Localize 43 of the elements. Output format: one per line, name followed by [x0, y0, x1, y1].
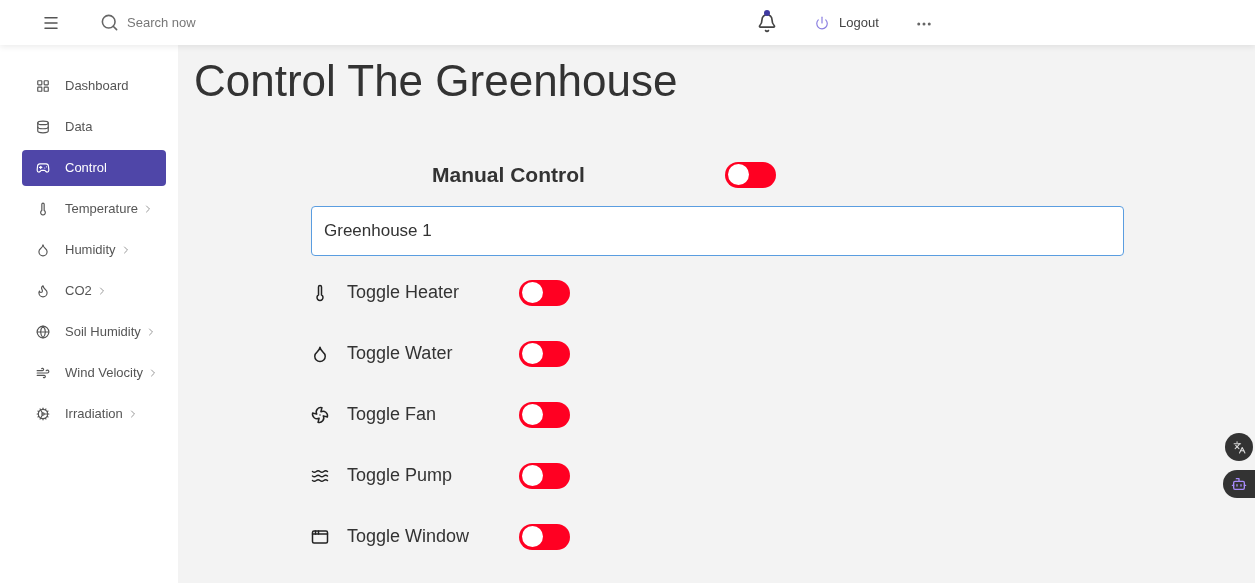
- manual-control-label: Manual Control: [432, 162, 586, 188]
- toggle-switch[interactable]: [519, 523, 570, 550]
- window-icon: [311, 527, 329, 546]
- chat-bot-button[interactable]: [1223, 470, 1255, 498]
- bot-icon: [1231, 476, 1247, 492]
- toggle-label: Toggle Heater: [347, 281, 461, 304]
- droplet-icon: [311, 344, 329, 363]
- sidebar-item[interactable]: Irradiation: [22, 396, 166, 432]
- sidebar-item[interactable]: Soil Humidity: [22, 314, 166, 350]
- toggle-label: Toggle Water: [347, 342, 454, 365]
- database-icon: [36, 120, 50, 134]
- sidebar-item[interactable]: Wind Velocity: [22, 355, 166, 391]
- wind-icon: [36, 366, 50, 380]
- sidebar-item[interactable]: Humidity: [22, 232, 166, 268]
- sidebar-item[interactable]: Dashboard: [22, 68, 166, 104]
- logout-button[interactable]: Logout: [815, 12, 879, 33]
- gamepad-icon: [36, 161, 50, 175]
- toggle-label: Toggle Fan: [347, 403, 438, 426]
- sidebar-item[interactable]: Control: [22, 150, 166, 186]
- toggle-label: Toggle Pump: [347, 464, 454, 487]
- droplet-icon: [36, 243, 50, 257]
- manual-control-switch[interactable]: [725, 161, 776, 188]
- toggle-label: Toggle Window: [347, 525, 471, 548]
- greenhouse-field[interactable]: Greenhouse 1: [311, 205, 1124, 256]
- toggle-switch[interactable]: [519, 462, 570, 489]
- sidebar-item[interactable]: CO2: [22, 273, 166, 309]
- gear-icon: [36, 407, 50, 421]
- toggle-switch[interactable]: [519, 279, 570, 306]
- toggle-switch[interactable]: [519, 340, 570, 367]
- bell-icon[interactable]: [757, 12, 777, 33]
- power-icon: [815, 15, 829, 30]
- globe-icon: [36, 325, 50, 339]
- toggle-switch[interactable]: [519, 401, 570, 428]
- fan-icon: [311, 405, 329, 424]
- search-field[interactable]: Search now: [127, 12, 327, 33]
- page-title: Control The Greenhouse: [194, 55, 679, 107]
- sidebar-item[interactable]: Data: [22, 109, 166, 145]
- sidebar-item[interactable]: Temperature: [22, 191, 166, 227]
- grid-icon: [36, 79, 50, 93]
- search-icon: [100, 13, 119, 32]
- translate-button[interactable]: [1225, 433, 1253, 461]
- flame-icon: [36, 284, 50, 298]
- translate-icon: [1232, 440, 1246, 454]
